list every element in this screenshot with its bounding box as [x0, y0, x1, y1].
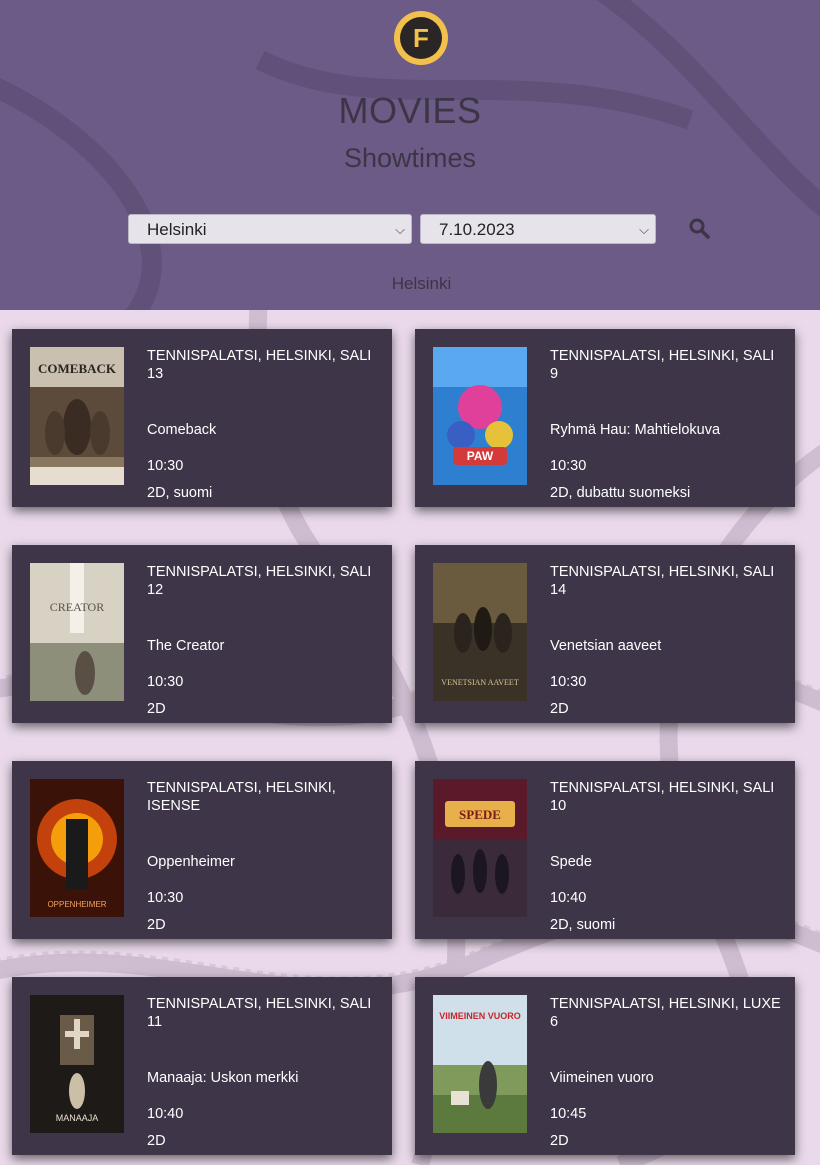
movie-title[interactable]: The Creator: [147, 637, 224, 655]
movie-poster[interactable]: MANAAJA: [30, 995, 124, 1133]
showtime-card[interactable]: MANAAJA TENNISPALATSI, HELSINKI, SALI 11…: [12, 977, 392, 1155]
movie-poster[interactable]: VIIMEINEN VUORO: [433, 995, 527, 1133]
movie-title[interactable]: Spede: [550, 853, 592, 871]
movie-poster[interactable]: OPPENHEIMER: [30, 779, 124, 917]
brand-logo[interactable]: F: [392, 9, 450, 67]
show-time: 10:30: [550, 458, 587, 474]
movie-title[interactable]: Oppenheimer: [147, 853, 235, 871]
show-time: 10:30: [147, 458, 184, 474]
show-time: 10:40: [550, 890, 587, 906]
show-format: 2D: [147, 1133, 166, 1149]
city-select[interactable]: Helsinki ⌵: [128, 214, 412, 244]
logo-icon: F: [394, 11, 448, 65]
show-time: 10:30: [147, 674, 184, 690]
movie-poster[interactable]: COMEBACK: [30, 347, 124, 485]
search-icon: [689, 218, 710, 239]
show-format: 2D, suomi: [147, 485, 213, 501]
movie-title[interactable]: Manaaja: Uskon merkki: [147, 1069, 299, 1087]
svg-text:VENETSIAN AAVEET: VENETSIAN AAVEET: [441, 678, 519, 687]
show-format: 2D: [550, 701, 569, 717]
svg-text:CREATOR: CREATOR: [50, 600, 104, 614]
venue-label: TENNISPALATSI, HELSINKI, SALI 13: [147, 348, 372, 382]
venue-label: TENNISPALATSI, HELSINKI, SALI 9: [550, 348, 775, 382]
movie-poster[interactable]: CREATOR: [30, 563, 124, 701]
movie-poster[interactable]: SPEDE: [433, 779, 527, 917]
date-select-value: 7.10.2023: [439, 220, 515, 239]
city-select-value: Helsinki: [147, 220, 207, 239]
page-title: MOVIES: [338, 90, 482, 131]
venue-label: TENNISPALATSI, HELSINKI, SALI 14: [550, 564, 775, 598]
show-time: 10:45: [550, 1106, 587, 1122]
page-subtitle: Showtimes: [343, 143, 477, 173]
movie-poster[interactable]: PAW: [433, 347, 527, 485]
movie-title[interactable]: Ryhmä Hau: Mahtielokuva: [550, 421, 720, 439]
svg-text:MANAAJA: MANAAJA: [56, 1113, 99, 1123]
showtime-card[interactable]: VENETSIAN AAVEET TENNISPALATSI, HELSINKI…: [415, 545, 795, 723]
show-format: 2D: [147, 917, 166, 933]
chevron-down-icon: ⌵: [639, 222, 649, 237]
venue-label: TENNISPALATSI, HELSINKI, ISENSE: [147, 780, 336, 814]
show-time: 10:30: [550, 674, 587, 690]
movie-poster[interactable]: VENETSIAN AAVEET: [433, 563, 527, 701]
svg-text:VIIMEINEN VUORO: VIIMEINEN VUORO: [439, 1011, 521, 1021]
movie-title[interactable]: Viimeinen vuoro: [550, 1069, 654, 1087]
show-format: 2D, suomi: [550, 917, 616, 933]
date-select[interactable]: 7.10.2023 ⌵: [420, 214, 656, 244]
svg-text:SPEDE: SPEDE: [459, 807, 501, 822]
show-format: 2D: [147, 701, 166, 717]
svg-text:F: F: [413, 23, 429, 53]
search-button[interactable]: [687, 216, 711, 240]
showtime-card[interactable]: VIIMEINEN VUORO TENNISPALATSI, HELSINKI,…: [415, 977, 795, 1155]
page-header: F MOVIES Showtimes Helsinki ⌵ 7.10.2023 …: [0, 0, 820, 310]
svg-text:OPPENHEIMER: OPPENHEIMER: [47, 900, 106, 909]
svg-text:COMEBACK: COMEBACK: [38, 361, 117, 376]
showtime-card[interactable]: CREATOR TENNISPALATSI, HELSINKI, SALI 12…: [12, 545, 392, 723]
venue-label: TENNISPALATSI, HELSINKI, SALI 11: [147, 996, 372, 1030]
show-time: 10:40: [147, 1106, 184, 1122]
show-time: 10:30: [147, 890, 184, 906]
showtime-card[interactable]: PAW TENNISPALATSI, HELSINKI, SALI 9 Ryhm…: [415, 329, 795, 507]
venue-label: TENNISPALATSI, HELSINKI, SALI 12: [147, 564, 372, 598]
venue-label: TENNISPALATSI, HELSINKI, SALI 10: [550, 780, 775, 814]
movie-title[interactable]: Venetsian aaveet: [550, 637, 661, 655]
showtime-card[interactable]: OPPENHEIMER TENNISPALATSI, HELSINKI, ISE…: [12, 761, 392, 939]
show-format: 2D: [550, 1133, 569, 1149]
chevron-down-icon: ⌵: [395, 222, 405, 237]
movie-title[interactable]: Comeback: [147, 421, 216, 439]
venue-label: TENNISPALATSI, HELSINKI, LUXE 6: [550, 996, 781, 1030]
show-format: 2D, dubattu suomeksi: [550, 485, 691, 501]
showtime-card[interactable]: SPEDE TENNISPALATSI, HELSINKI, SALI 10 S…: [415, 761, 795, 939]
showtime-card[interactable]: COMEBACK TENNISPALATSI, HELSINKI, SALI 1…: [12, 329, 392, 507]
svg-text:PAW: PAW: [467, 449, 494, 463]
selected-location: Helsinki: [391, 274, 452, 293]
